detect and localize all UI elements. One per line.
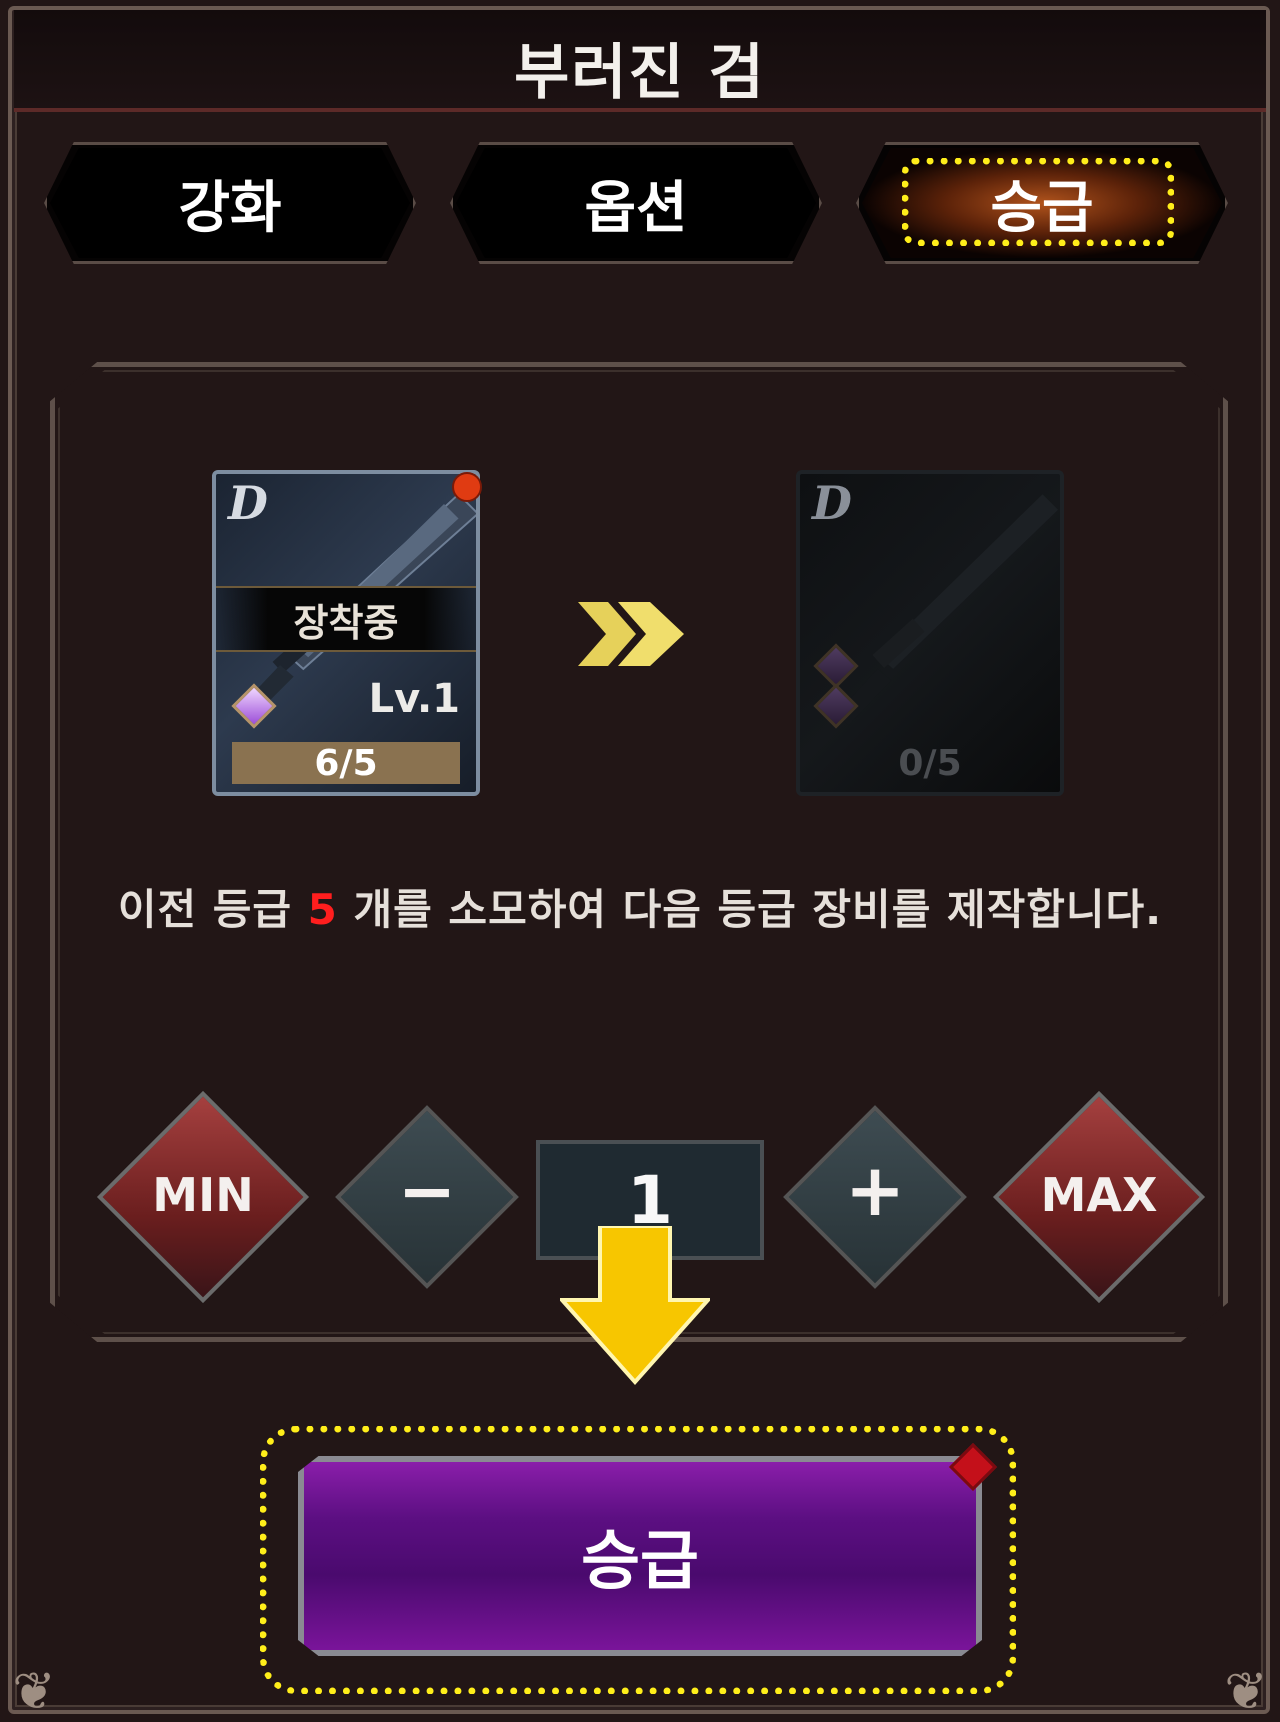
item-level: Lv.1 [368, 676, 460, 722]
tab-enhance[interactable]: 강화 [44, 142, 416, 264]
corner-ornament-icon: ❦ [1224, 1662, 1268, 1722]
down-arrow-icon [560, 1226, 710, 1386]
upgrade-dialog: ❦ ❦ ❦ ❦ 부러진 검 강화 옵션 승급 D 장착중 Lv.1 6/5 [0, 0, 1280, 1722]
tab-promote[interactable]: 승급 [856, 142, 1228, 264]
max-button-label: MAX [1040, 1168, 1158, 1222]
promote-button-label: 승급 [581, 1525, 699, 1599]
plus-icon: + [844, 1148, 906, 1232]
tab-options-label: 옵션 [584, 175, 688, 241]
promote-button[interactable]: 승급 [298, 1456, 982, 1656]
item-grade-label: D [228, 476, 268, 530]
item-count: 0/5 [898, 742, 962, 784]
item-count: 6/5 [232, 742, 460, 784]
description-text-after: 개를 소모하여 다음 등급 장비를 제작합니다. [337, 885, 1163, 934]
dialog-title: 부러진 검 [514, 38, 766, 108]
title-bar: 부러진 검 [14, 10, 1266, 112]
equipped-label: 장착중 [293, 600, 399, 645]
tab-promote-label: 승급 [990, 175, 1094, 241]
promote-description: 이전 등급 5 개를 소모하여 다음 등급 장비를 제작합니다. [0, 876, 1280, 937]
double-chevron-right-icon [578, 602, 684, 666]
equipped-banner: 장착중 [216, 586, 476, 652]
corner-ornament-icon: ❦ [12, 1662, 56, 1722]
min-button-label: MIN [152, 1168, 254, 1222]
description-text-before: 이전 등급 [117, 885, 308, 934]
minus-icon: − [397, 1150, 457, 1232]
notification-dot-icon [452, 472, 482, 502]
tab-options[interactable]: 옵션 [450, 142, 822, 264]
current-item-card[interactable]: D 장착중 Lv.1 6/5 [212, 470, 480, 796]
next-item-card: D 0/5 [796, 470, 1064, 796]
tab-enhance-label: 강화 [178, 175, 282, 241]
item-grade-label: D [812, 476, 852, 530]
required-amount: 5 [307, 885, 338, 934]
